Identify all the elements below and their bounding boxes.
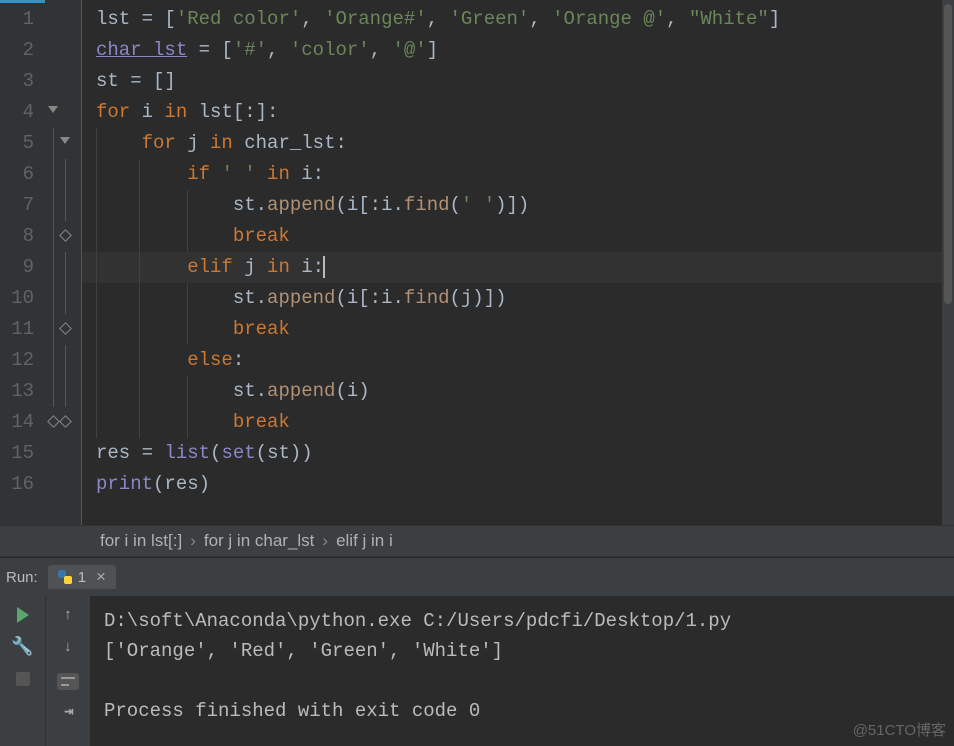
line-number-gutter: 1 2 3 4 5 6 7 8 9 10 11 12 13 14 15 16 (0, 0, 45, 525)
scrollbar-thumb[interactable] (944, 4, 952, 304)
wrench-icon: 🔧 (11, 636, 33, 658)
chevron-right-icon: › (318, 531, 332, 551)
watermark: @51CTO博客 (853, 719, 946, 740)
fold-toggle-icon[interactable] (60, 137, 70, 144)
close-icon[interactable]: × (96, 567, 106, 587)
code-area[interactable]: lst = ['Red color', 'Orange#', 'Green', … (82, 0, 954, 525)
text-caret (323, 256, 325, 278)
python-icon (58, 570, 72, 584)
current-line[interactable]: elif j in i: (82, 252, 954, 283)
console-toolbar-right: ↑ ↓ ⇥ (45, 596, 90, 746)
more-button[interactable]: ⇥ (55, 698, 81, 724)
editor-pane[interactable]: 1 2 3 4 5 6 7 8 9 10 11 12 13 14 15 16 l… (0, 0, 954, 525)
breadcrumb-item[interactable]: elif j in i (332, 531, 397, 551)
fold-end-icon (59, 322, 72, 335)
stop-button[interactable] (10, 666, 36, 692)
breadcrumb[interactable]: for i in lst[:] › for j in char_lst › el… (0, 525, 954, 557)
fold-end-icon (59, 229, 72, 242)
breadcrumb-item[interactable]: for j in char_lst (200, 531, 319, 551)
fold-end-icon (59, 415, 72, 428)
stop-icon (16, 672, 30, 686)
more-icon: ⇥ (64, 701, 72, 721)
arrow-up-icon: ↑ (63, 607, 72, 624)
run-button[interactable] (10, 602, 36, 628)
scroll-down-button[interactable]: ↓ (55, 634, 81, 660)
fold-gutter[interactable] (45, 0, 82, 525)
scroll-up-button[interactable]: ↑ (55, 602, 81, 628)
arrow-down-icon: ↓ (63, 639, 72, 656)
editor-scrollbar[interactable] (942, 0, 954, 525)
output-line: ['Orange', 'Red', 'Green', 'White'] (104, 636, 940, 666)
soft-wrap-button[interactable] (55, 666, 81, 692)
run-tab[interactable]: 1 × (48, 565, 116, 589)
fold-toggle-icon[interactable] (48, 106, 58, 113)
play-icon (17, 607, 29, 623)
breadcrumb-item[interactable]: for i in lst[:] (96, 531, 186, 551)
chevron-right-icon: › (186, 531, 200, 551)
output-line: D:\soft\Anaconda\python.exe C:/Users/pdc… (104, 606, 940, 636)
run-panel-header: Run: 1 × (0, 557, 954, 596)
run-label: Run: (6, 569, 38, 586)
console-output[interactable]: D:\soft\Anaconda\python.exe C:/Users/pdc… (90, 596, 954, 746)
output-line: Process finished with exit code 0 (104, 696, 940, 726)
console-pane: 🔧 ↑ ↓ ⇥ D:\soft\Anaconda\python.exe C:/U… (0, 596, 954, 746)
wrap-icon (57, 673, 79, 690)
console-toolbar-left: 🔧 (0, 596, 45, 746)
fold-end-icon (47, 415, 60, 428)
settings-button[interactable]: 🔧 (10, 634, 36, 660)
